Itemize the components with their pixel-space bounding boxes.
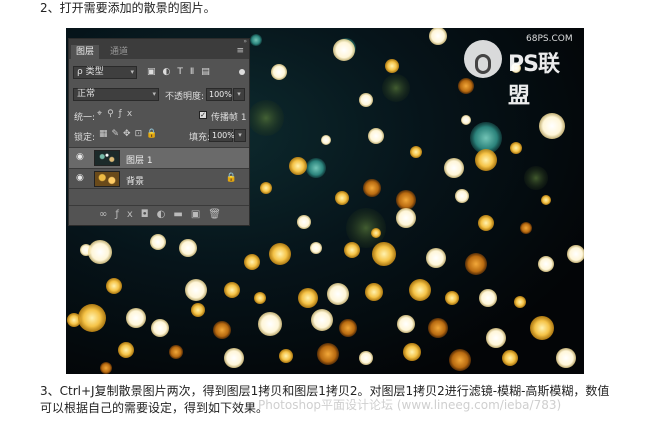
- fill-dropdown-icon[interactable]: ▾: [234, 129, 246, 142]
- unify-row: 统一: ⌖⚲ƒx ✓ 传播帧 1: [69, 109, 249, 125]
- layer-name: 背景: [126, 177, 145, 187]
- blend-mode-value: 正常: [77, 89, 96, 99]
- layer-name: 图层 1: [126, 156, 153, 166]
- tab-channels[interactable]: 通道: [105, 45, 133, 59]
- visibility-eye-icon[interactable]: ◉: [76, 173, 84, 183]
- tab-layers[interactable]: 图层: [71, 45, 100, 59]
- filter-row: ρ 类型 ▾ ▣◐TⅡ▤: [69, 66, 249, 82]
- panel-menu-icon[interactable]: ≡: [236, 46, 244, 56]
- opacity-label: 不透明度:: [165, 92, 205, 102]
- filter-toggle-icon[interactable]: [239, 69, 245, 75]
- layer-row-background[interactable]: ◉ 背景 🔒: [69, 168, 249, 189]
- panel-tabs: 图层 通道 ≡: [69, 45, 249, 59]
- blend-row: 正常 ▾ 不透明度: 100% ▾: [69, 88, 249, 104]
- layer-thumbnail: [94, 171, 120, 187]
- blend-mode-select[interactable]: 正常 ▾: [73, 88, 159, 101]
- lock-option-icons[interactable]: ▦✎✥⊡🔒: [99, 129, 161, 139]
- layer-action-icons[interactable]: ∞ƒx◘◐▬▣🗑: [99, 209, 229, 220]
- panel-bottom-toolbar: ∞ƒx◘◐▬▣🗑: [69, 205, 249, 226]
- chevron-down-icon: ▾: [130, 68, 134, 76]
- step-2-text: 2、打开需要添加的散景的图片。: [40, 1, 216, 15]
- filter-kind-select[interactable]: ρ 类型 ▾: [73, 66, 137, 79]
- step-3-text: 3、Ctrl+J复制散景图片两次，得到图层1拷贝和图层1拷贝2。对图层1拷贝2进…: [40, 384, 610, 415]
- watermark-brand: PS联盟: [508, 52, 560, 109]
- layers-panel: » 图层 通道 ≡ ρ 类型 ▾ ▣◐TⅡ▤ 正常 ▾ 不透明度: 100% ▾…: [68, 38, 250, 226]
- propagate-frame-checkbox[interactable]: ✓: [199, 111, 207, 119]
- layer-row-layer1[interactable]: ◉ 图层 1: [69, 147, 249, 168]
- opacity-dropdown-icon[interactable]: ▾: [233, 88, 245, 101]
- lock-row: 锁定: ▦✎✥⊡🔒 填充: 100% ▾: [69, 129, 249, 145]
- unify-label: 统一:: [74, 113, 96, 123]
- layer-thumbnail: [94, 150, 120, 166]
- lock-label: 锁定:: [74, 133, 96, 143]
- visibility-eye-icon[interactable]: ◉: [76, 152, 84, 162]
- unify-icons[interactable]: ⌖⚲ƒx: [97, 109, 137, 119]
- ps-league-watermark: 68PS.COM PS联盟: [464, 34, 574, 109]
- filter-type-icons[interactable]: ▣◐TⅡ▤: [147, 67, 217, 77]
- panel-collapse-icon[interactable]: »: [243, 38, 247, 45]
- fill-label: 填充:: [189, 133, 211, 143]
- watermark-site: 68PS.COM: [526, 34, 573, 44]
- filter-kind-value: ρ 类型: [77, 67, 104, 77]
- opacity-input[interactable]: 100%: [206, 88, 232, 101]
- fill-input[interactable]: 100%: [209, 129, 235, 142]
- ps-league-logo-icon: [464, 40, 502, 78]
- propagate-frame-label: 传播帧 1: [211, 113, 247, 123]
- chevron-down-icon: ▾: [152, 90, 156, 98]
- lock-icon: 🔒: [225, 173, 237, 183]
